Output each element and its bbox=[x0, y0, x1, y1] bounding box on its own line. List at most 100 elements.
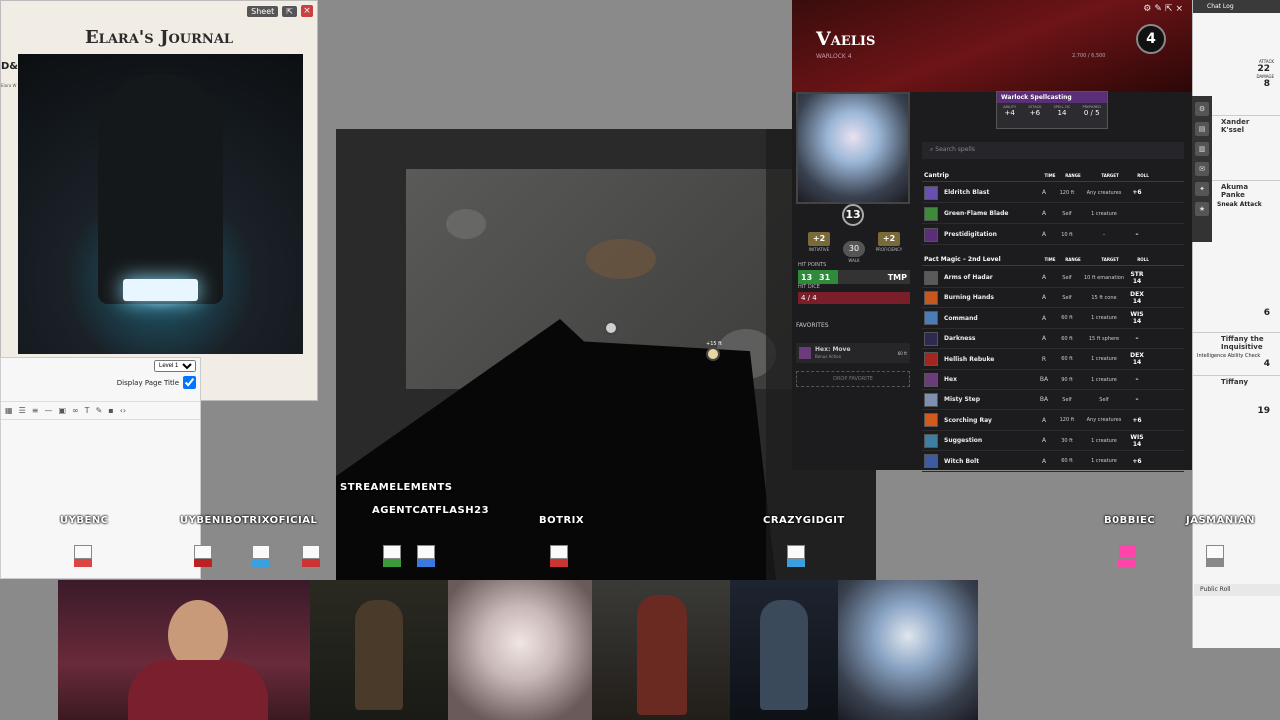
level-select[interactable]: Level 1 bbox=[154, 360, 196, 372]
code-icon[interactable]: ‹› bbox=[120, 406, 126, 415]
search-placeholder: Search spells bbox=[935, 146, 975, 153]
gear-icon[interactable]: ⚙ bbox=[1195, 102, 1209, 116]
save-icon[interactable]: ▪ bbox=[108, 406, 113, 415]
image-icon[interactable]: ▣ bbox=[58, 406, 66, 415]
attack-value: +6 bbox=[1029, 109, 1041, 117]
display-title-checkbox[interactable] bbox=[183, 376, 196, 389]
link-icon[interactable]: ∞ bbox=[72, 406, 79, 415]
temp-hp[interactable]: TMP bbox=[838, 270, 910, 284]
spell-row[interactable]: Arms of Hadar A Self 10 ft emanation STR 14 bbox=[922, 268, 1184, 288]
spell-row[interactable]: Prestidigitation A 10 ft – – bbox=[922, 225, 1184, 245]
spell-row[interactable]: Command A 60 ft 1 creature WIS 14 bbox=[922, 309, 1184, 329]
proficiency-label: PROFICIENCY bbox=[875, 247, 903, 252]
player-label: CRAZYGIDGIT bbox=[763, 515, 845, 526]
player-avatar bbox=[74, 545, 94, 569]
cantrip-header-label: Cantrip bbox=[924, 172, 949, 179]
spell-row[interactable]: Burning Hands A Self 15 ft cone DEX 14 bbox=[922, 288, 1184, 309]
figure bbox=[637, 595, 687, 715]
chat-icon[interactable]: ✉ bbox=[1195, 162, 1209, 176]
rule-icon[interactable]: — bbox=[44, 406, 52, 415]
spell-time: A bbox=[1041, 189, 1047, 196]
character-portrait[interactable] bbox=[796, 92, 910, 204]
spell-icon bbox=[924, 352, 938, 367]
map-token[interactable] bbox=[706, 347, 720, 361]
spell-row[interactable]: Scorching Ray A 120 ft Any creatures +6 bbox=[922, 411, 1184, 431]
spell-time: A bbox=[1041, 416, 1047, 424]
spell-target: 1 creature bbox=[1091, 437, 1117, 444]
cantrip-header: Cantrip TIME RANGE TARGET ROLL bbox=[922, 170, 1184, 182]
spell-roll[interactable]: WIS 14 bbox=[1126, 434, 1148, 448]
player-label: UYBENIBOTRIXOFICIAL bbox=[180, 515, 318, 526]
spell-row[interactable]: Eldritch Blast A 120 ft Any creatures +6 bbox=[922, 183, 1184, 203]
spell-roll[interactable]: DEX 14 bbox=[1126, 291, 1148, 305]
chat-speaker: Tiffany bbox=[1221, 378, 1249, 386]
spell-target: 15 ft sphere bbox=[1088, 335, 1120, 342]
damage-roll: 8 bbox=[1263, 79, 1270, 89]
player-avatar bbox=[550, 545, 570, 569]
spell-search-input[interactable]: ⌕ Search spells bbox=[922, 142, 1184, 159]
player-label: UYBENC bbox=[60, 515, 109, 526]
map-rock bbox=[446, 209, 486, 239]
clear-format-icon[interactable]: T bbox=[85, 406, 90, 415]
wand-icon[interactable]: ✦ bbox=[1195, 182, 1209, 196]
fav-sub: Bonus Action bbox=[815, 354, 842, 359]
spell-row[interactable]: Hex BA 90 ft 1 creature – bbox=[922, 370, 1184, 390]
initiative-value[interactable]: +2 bbox=[808, 232, 830, 246]
spell-roll[interactable]: – bbox=[1126, 335, 1148, 342]
chat-speaker: Tiffany the Inquisitive bbox=[1221, 335, 1264, 351]
spell-roll[interactable]: – bbox=[1126, 376, 1148, 383]
public-roll-toggle[interactable]: Public Roll bbox=[1194, 584, 1280, 596]
spell-row[interactable]: Darkness A 60 ft 15 ft sphere – bbox=[922, 329, 1184, 350]
spell-roll[interactable]: DEX 14 bbox=[1126, 352, 1148, 366]
hit-points[interactable]: HIT POINTS 13 31 TMP HIT DICE 4 / 4 bbox=[798, 262, 910, 304]
spell-row[interactable]: Green-Flame Blade A Self 1 creature bbox=[922, 204, 1184, 224]
sheet-button[interactable]: Sheet bbox=[247, 5, 279, 17]
spell-row[interactable]: Witch Bolt A 60 ft 1 creature +6 bbox=[922, 452, 1184, 472]
magic-icon[interactable]: ✎ bbox=[96, 406, 103, 415]
ordered-list-icon[interactable]: ≡ bbox=[32, 406, 39, 415]
spell-roll[interactable]: – bbox=[1126, 231, 1148, 238]
spell-row[interactable]: Misty Step BA Self Self – bbox=[922, 390, 1184, 411]
player-avatar bbox=[252, 545, 272, 569]
player-label: B0BBIEC bbox=[1104, 515, 1156, 526]
spell-roll[interactable]: +6 bbox=[1126, 417, 1148, 424]
popout-icon[interactable]: ⇱ bbox=[282, 5, 297, 17]
col-target: TARGET bbox=[1101, 257, 1119, 262]
player-avatar bbox=[787, 545, 807, 569]
spell-time: A bbox=[1041, 274, 1047, 281]
spell-roll[interactable]: STR 14 bbox=[1126, 271, 1148, 285]
level-badge: 4 bbox=[1136, 24, 1166, 54]
token-distance-label: +15 ft bbox=[706, 341, 722, 347]
favorite-item[interactable]: Hex: Move Bonus Action 60 ft bbox=[796, 343, 910, 363]
book-icon[interactable]: ▥ bbox=[1195, 142, 1209, 156]
hp-current[interactable]: 13 bbox=[798, 270, 816, 284]
spell-roll[interactable]: WIS 14 bbox=[1126, 311, 1148, 325]
journal-editor[interactable]: Level 1 Display Page Title ▦ ☰ ≡ — ▣ ∞ T… bbox=[0, 357, 201, 579]
col-roll: ROLL bbox=[1137, 257, 1149, 262]
spell-time: A bbox=[1041, 210, 1047, 217]
favorites-panel: FAVORITES Hex: Move Bonus Action 60 ft D… bbox=[796, 322, 910, 387]
spell-range: 60 ft bbox=[1061, 356, 1073, 363]
map-token[interactable] bbox=[604, 321, 618, 335]
spell-target: 1 creature bbox=[1091, 210, 1117, 217]
spell-name: Green-Flame Blade bbox=[944, 210, 1009, 217]
drop-favorite-zone[interactable]: DROP FAVORITE bbox=[796, 371, 910, 387]
window-icons[interactable]: ⚙✎⇱× bbox=[1143, 4, 1186, 14]
spell-roll[interactable]: +6 bbox=[1126, 189, 1148, 196]
prepared-value: 0 / 5 bbox=[1083, 109, 1100, 117]
attack-roll: 22 bbox=[1257, 64, 1270, 74]
table-icon[interactable]: ▦ bbox=[5, 406, 13, 415]
spell-roll[interactable]: +6 bbox=[1126, 458, 1148, 465]
close-icon[interactable]: × bbox=[301, 5, 313, 17]
proficiency-value: +2 bbox=[878, 232, 900, 246]
hit-dice[interactable]: 4 / 4 bbox=[798, 292, 910, 304]
spell-row[interactable]: Suggestion A 30 ft 1 creature WIS 14 bbox=[922, 431, 1184, 452]
pact-header: Pact Magic – 2nd Level TIME RANGE TARGET… bbox=[922, 254, 1184, 266]
list-icon[interactable]: ☰ bbox=[19, 406, 26, 415]
journal-window[interactable]: Sheet ⇱ × Elara's Journal D& Elara W bbox=[0, 0, 318, 401]
spell-row[interactable]: Hellish Rebuke R 60 ft 1 creature DEX 14 bbox=[922, 350, 1184, 370]
star-icon[interactable]: ★ bbox=[1195, 202, 1209, 216]
spell-roll[interactable]: – bbox=[1126, 396, 1148, 403]
journal-titlebar: Sheet ⇱ × bbox=[1, 1, 317, 21]
journal-icon[interactable]: ▤ bbox=[1195, 122, 1209, 136]
